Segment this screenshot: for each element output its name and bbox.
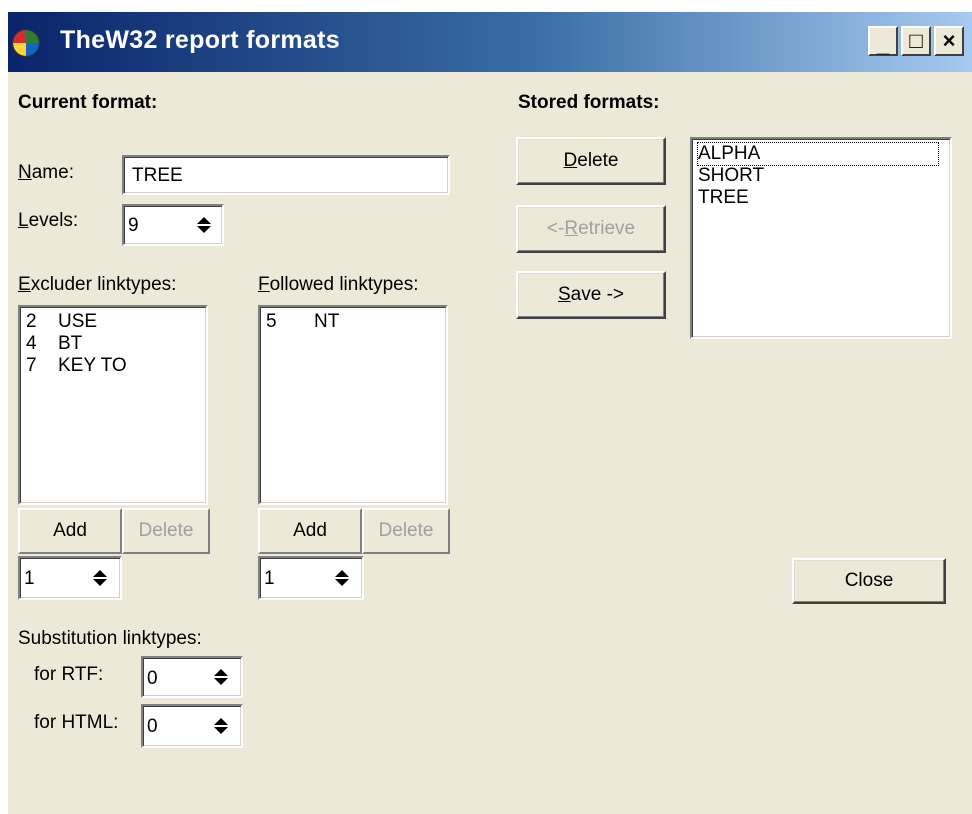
close-button[interactable]: Close <box>792 558 946 604</box>
stored-delete-button[interactable]: Delete <box>516 137 666 185</box>
list-item[interactable]: SHORT <box>698 165 764 187</box>
current-format-heading: Current format: <box>18 92 158 113</box>
levels-value: 9 <box>128 215 139 236</box>
stored-formats-heading: Stored formats: <box>518 92 660 113</box>
list-item[interactable]: 7 KEY TO <box>26 355 127 377</box>
retrieve-button[interactable]: <- Retrieve <box>516 205 666 253</box>
spin-down-icon[interactable] <box>214 678 228 685</box>
spin-up-icon[interactable] <box>93 570 107 577</box>
excluder-label: Excluder linktypes: <box>18 274 177 295</box>
followed-spinner[interactable]: 1 <box>258 556 364 600</box>
minimize-icon: _ <box>876 32 890 57</box>
maximize-icon: □ <box>909 28 923 53</box>
followed-label: Followed linktypes: <box>258 274 419 295</box>
rtf-spinner[interactable]: 0 <box>141 656 243 698</box>
rtf-label: for RTF: <box>34 664 104 685</box>
html-label: for HTML: <box>34 712 119 733</box>
maximize-button[interactable]: □ <box>901 26 931 56</box>
spin-up-icon[interactable] <box>197 217 211 224</box>
excluder-delete-button[interactable]: Delete <box>122 508 210 554</box>
substitution-heading: Substitution linktypes: <box>18 628 202 649</box>
followed-add-button[interactable]: Add <box>258 508 362 554</box>
excluder-list[interactable]: 2 USE 4 BT 7 KEY TO <box>18 305 208 505</box>
spin-up-icon[interactable] <box>335 570 349 577</box>
name-input[interactable]: TREE <box>122 155 450 195</box>
title-bar[interactable]: TheW32 report formats _ □ × <box>8 12 972 72</box>
excluder-add-button[interactable]: Add <box>18 508 122 554</box>
html-spin-arrows[interactable] <box>207 706 235 746</box>
spin-up-icon[interactable] <box>214 669 228 676</box>
followed-spin-arrows[interactable] <box>328 558 356 598</box>
rtf-value: 0 <box>147 668 158 689</box>
spin-down-icon[interactable] <box>214 727 228 734</box>
html-value: 0 <box>147 716 158 737</box>
list-item[interactable]: 5 NT <box>266 311 339 333</box>
levels-label: Levels: <box>18 210 79 231</box>
name-label: Name: <box>18 162 74 183</box>
name-input-value: TREE <box>132 165 183 186</box>
report-formats-window: TheW32 report formats _ □ × Current form… <box>8 12 972 814</box>
list-item[interactable]: ALPHA <box>697 142 939 166</box>
minimize-button[interactable]: _ <box>868 26 898 56</box>
stored-formats-list[interactable]: ALPHA SHORT TREE <box>690 137 952 339</box>
excluder-spin-arrows[interactable] <box>86 558 114 598</box>
html-spinner[interactable]: 0 <box>141 704 243 748</box>
levels-spin-arrows[interactable] <box>190 206 218 244</box>
app-logo-icon <box>12 29 40 57</box>
excluder-spin-value: 1 <box>24 568 35 589</box>
levels-spinner[interactable]: 9 <box>122 204 224 246</box>
excluder-spinner[interactable]: 1 <box>18 556 122 600</box>
spin-up-icon[interactable] <box>214 718 228 725</box>
list-item[interactable]: 4 BT <box>26 333 82 355</box>
spin-down-icon[interactable] <box>335 579 349 586</box>
close-icon: × <box>942 28 956 53</box>
followed-list[interactable]: 5 NT <box>258 305 448 505</box>
spin-down-icon[interactable] <box>93 579 107 586</box>
close-window-button[interactable]: × <box>934 26 964 56</box>
window-title: TheW32 report formats <box>60 26 340 54</box>
spin-down-icon[interactable] <box>197 226 211 233</box>
list-item[interactable]: TREE <box>698 187 749 209</box>
rtf-spin-arrows[interactable] <box>207 658 235 696</box>
followed-spin-value: 1 <box>264 568 275 589</box>
followed-delete-button[interactable]: Delete <box>362 508 450 554</box>
list-item[interactable]: 2 USE <box>26 311 97 333</box>
save-button[interactable]: Save -> <box>516 271 666 319</box>
